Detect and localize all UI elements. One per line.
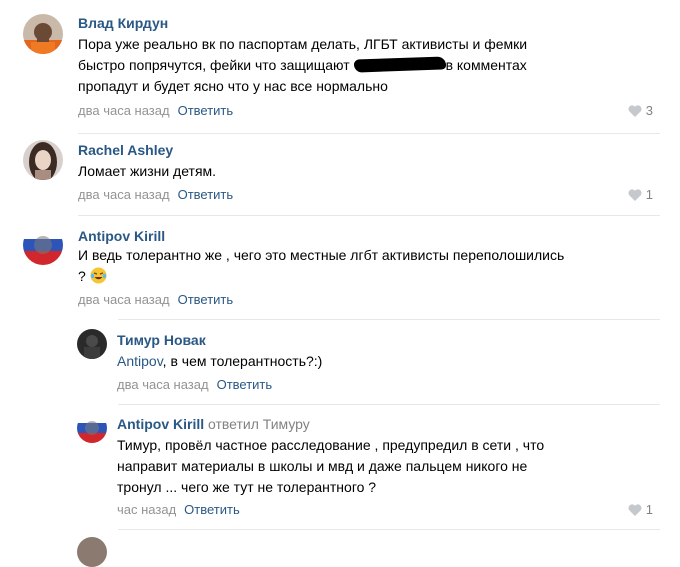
like-count: 1 (645, 187, 653, 202)
reply-button[interactable]: Ответить (178, 292, 234, 307)
reply-button[interactable]: Ответить (217, 377, 273, 392)
comment: Rachel Ashley Ломает жизни детям. два ча… (0, 135, 680, 221)
comment-text: Ломает жизни детям. (78, 163, 217, 179)
like-button[interactable]: 1 (628, 502, 653, 518)
avatar[interactable] (23, 14, 63, 54)
divider (118, 319, 660, 320)
like-count: 1 (645, 502, 653, 517)
comment-time[interactable]: два часа назад (78, 187, 170, 202)
avatar[interactable] (23, 140, 63, 180)
comment-author[interactable]: Тимур Новак (117, 332, 206, 349)
divider (78, 133, 660, 134)
divider (118, 529, 660, 530)
redaction-mark (353, 56, 446, 73)
avatar[interactable] (23, 225, 63, 265)
comment-text: Тимур, провёл частное расследование , пр… (117, 437, 545, 495)
comment-meta: два часа назад Ответить (78, 292, 233, 308)
comment-meta: два часа назад Ответить (78, 187, 233, 203)
comment-text: Пора уже реально вк по паспортам делать,… (78, 36, 528, 94)
avatar[interactable] (77, 413, 107, 443)
comment: Влад Кирдун Пора уже реально вк по паспо… (0, 0, 680, 135)
comment-meta: два часа назад Ответить (78, 103, 233, 119)
mention-link[interactable]: Antipov (117, 353, 163, 369)
comment-author[interactable]: Antipov Kirill ответил Тимуру (117, 416, 310, 433)
comment-text: И ведь толерантно же , чего это местные … (78, 247, 565, 284)
comment-meta: два часа назад Ответить (117, 377, 272, 393)
divider (78, 215, 660, 216)
comment-time[interactable]: два часа назад (78, 103, 170, 118)
comment-time[interactable]: час назад (117, 502, 176, 517)
heart-icon (628, 504, 642, 516)
comment-time[interactable]: два часа назад (78, 292, 170, 307)
like-count: 3 (645, 103, 653, 118)
reply-button[interactable]: Ответить (178, 103, 234, 118)
reply-button[interactable]: Ответить (178, 187, 234, 202)
comment-author[interactable]: Rachel Ashley (78, 142, 173, 159)
comment-author[interactable]: Antipov Kirill (78, 228, 165, 245)
laughing-tears-emoji (90, 267, 107, 284)
like-button[interactable]: 3 (628, 103, 653, 119)
like-button[interactable]: 1 (628, 187, 653, 203)
avatar[interactable] (77, 329, 107, 359)
reply-to-note[interactable]: ответил Тимуру (208, 416, 310, 432)
comment-time[interactable]: два часа назад (117, 377, 209, 392)
avatar[interactable] (77, 537, 107, 567)
heart-icon (628, 105, 642, 117)
comment-author[interactable]: Влад Кирдун (78, 15, 168, 32)
comment-meta: час назад Ответить (117, 502, 240, 518)
reply-comment: Antipov Kirill ответил Тимуру Тимур, про… (0, 405, 680, 567)
comment-text: Antipov, в чем толерантность?:) (117, 353, 323, 369)
comment: Antipov Kirill И ведь толерантно же , че… (0, 221, 680, 321)
heart-icon (628, 189, 642, 201)
reply-comment: Тимур Новак Antipov, в чем толерантность… (0, 319, 680, 405)
reply-button[interactable]: Ответить (184, 502, 240, 517)
